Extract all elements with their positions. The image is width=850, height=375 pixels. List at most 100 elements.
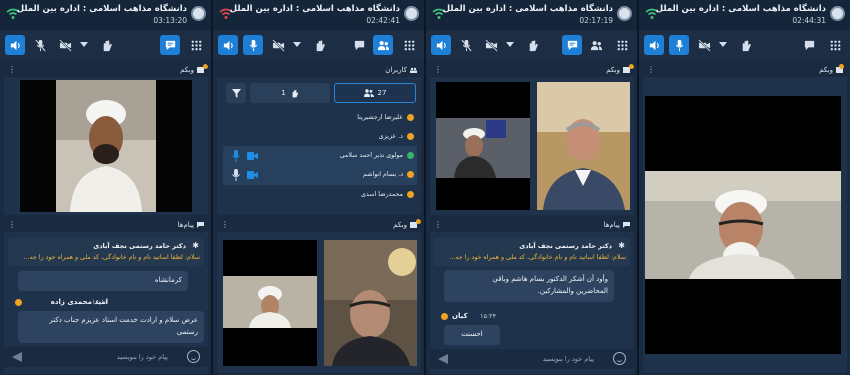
emoji-icon[interactable] [613,352,626,365]
chat-input-bar[interactable]: پیام خود را بنویسید [4,347,208,367]
user-status-icon [407,191,414,198]
message-text: وأود أن أشكر الدكتور بسام هاشم وباقي [492,275,608,283]
hand-icon [316,39,325,51]
panel-header: کاربران [217,64,421,77]
chat-message: عرض سلام و ارادت خدمت استاد عزیزم جناب د… [18,311,204,343]
more-options-icon[interactable]: ⋮ [8,65,16,74]
app-title: دانشگاه مذاهب اسلامی : اداره بین الملل [442,4,613,14]
video-feed [537,82,630,210]
mic-button[interactable] [30,35,50,55]
menu-grid-button[interactable] [186,35,206,55]
panel-header: ⋮ وبکم [217,219,421,232]
user-status-icon [407,171,414,178]
camera-off-icon [484,38,498,52]
video-feed [645,96,841,354]
mic-button[interactable] [456,35,476,55]
session-timer: 02:42:41 [366,16,400,25]
camera-dropdown[interactable] [506,42,514,47]
webcam-panel: ⋮ وبکم [430,64,634,215]
chat-button[interactable] [799,35,819,55]
chat-input-bar[interactable]: پیام خود را بنویسید [430,349,634,369]
video-feed [223,240,317,366]
chat-button[interactable] [160,35,180,55]
mic-button[interactable] [243,35,263,55]
participant-video [223,240,317,366]
user-list-item[interactable]: علیرضا ارجشیرینا [223,108,417,128]
status-bar: دانشگاه مذاهب اسلامی : اداره بین الملل 0… [426,0,637,30]
session-column-1: دانشگاه مذاهب اسلامی : اداره بین الملل 0… [0,0,211,375]
app-title: دانشگاه مذاهب اسلامی : اداره بین الملل [655,4,826,14]
chat-input-placeholder[interactable]: پیام خود را بنویسید [117,353,168,361]
speaker-button[interactable] [644,35,664,55]
chat-icon [165,40,175,50]
all-users-filter[interactable]: 27 [334,83,416,103]
message-text: عرض سلام و ارادت خدمت استاد عزیزم جناب د… [49,316,198,324]
users-icon [590,40,602,50]
speaker-icon [223,40,233,50]
pinned-sender: دکتر حامد رستمی نجف آبادی [93,242,186,250]
chat-button[interactable] [349,35,369,55]
raise-hand-button[interactable] [96,35,116,55]
camera-button[interactable] [481,35,501,55]
user-name: د. بسام انواشم [363,171,403,178]
mic-off-icon [34,39,46,51]
chat-button[interactable] [562,35,582,55]
session-timer: 02:44:31 [792,16,826,25]
notification-dot [416,219,421,224]
mic-icon [232,150,240,162]
video-feed [324,240,417,366]
camera-button[interactable] [55,35,75,55]
hand-icon [529,39,538,51]
more-options-icon[interactable]: ⋮ [8,220,16,229]
send-icon[interactable] [12,352,22,362]
more-options-icon[interactable]: ⋮ [647,65,655,74]
filter-button[interactable] [226,83,246,103]
more-options-icon[interactable]: ⋮ [434,65,442,74]
send-icon[interactable] [438,354,448,364]
mic-button[interactable] [669,35,689,55]
camera-dropdown[interactable] [293,42,301,47]
chat-input-placeholder[interactable]: پیام خود را بنویسید [543,355,594,363]
raised-hands-count: 1 [281,89,286,97]
speaker-button[interactable] [431,35,451,55]
users-icon [377,40,389,50]
camera-button[interactable] [694,35,714,55]
more-options-icon[interactable]: ⋮ [434,220,442,229]
menu-grid-button[interactable] [612,35,632,55]
users-count: 27 [377,89,387,97]
raise-hand-button[interactable] [309,35,329,55]
message-icon [197,222,204,228]
camera-dropdown[interactable] [719,42,727,47]
users-button[interactable] [373,35,393,55]
pinned-message[interactable]: ✱ دکتر حامد رستمی نجف آبادی سلام: لطفا ا… [8,238,204,266]
panel-title: پیام‌ها [177,221,194,229]
user-list-item[interactable]: مولوی نذیر احمد سلامی [223,146,417,166]
speaker-button[interactable] [218,35,238,55]
pinned-sender: دکتر حامد رستمی نجف آبادی [519,242,612,250]
camera-dropdown[interactable] [80,42,88,47]
camera-button[interactable] [268,35,288,55]
pinned-message[interactable]: ✱ دکتر حامد رستمی نجف آبادی سلام: لطفا ا… [434,238,630,266]
user-list-item[interactable]: د. عزیزی [223,127,417,147]
pin-icon: ✱ [618,241,625,250]
menu-grid-button[interactable] [825,35,845,55]
raise-hand-button[interactable] [735,35,755,55]
user-list-item[interactable]: د. بسام انواشم [223,165,417,185]
raised-hands-filter[interactable]: 1 [250,83,330,103]
speaker-button[interactable] [5,35,25,55]
app-title: دانشگاه مذاهب اسلامی : اداره بین الملل [229,4,400,14]
speaker-icon [10,40,20,50]
menu-grid-button[interactable] [399,35,419,55]
hand-icon [742,39,751,51]
speaker-icon [649,40,659,50]
user-list-item[interactable]: محمدرضا اسدی [223,185,417,205]
message-time: ۱۵:۲۴ [480,312,497,320]
webcam-panel: ⋮ وبکم [217,219,421,373]
more-options-icon[interactable]: ⋮ [221,220,229,229]
user-name: علیرضا ارجشیرینا [357,114,403,121]
toolbar [213,30,424,60]
users-button[interactable] [586,35,606,55]
chat-icon [804,40,814,50]
raise-hand-button[interactable] [522,35,542,55]
emoji-icon[interactable] [187,350,200,363]
